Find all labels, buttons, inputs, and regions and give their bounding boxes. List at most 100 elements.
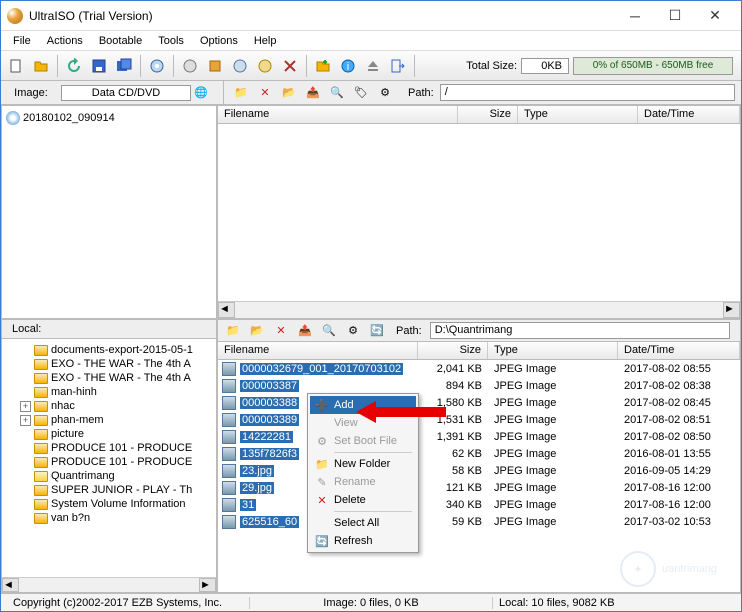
menu-file[interactable]: File bbox=[5, 33, 39, 49]
image-media-icon[interactable]: 🌐 bbox=[191, 86, 211, 99]
local-tree[interactable]: documents-export-2015-05-1EXO - THE WAR … bbox=[2, 339, 216, 577]
new-icon[interactable] bbox=[5, 55, 27, 77]
tree-item[interactable]: +phan-mem bbox=[6, 413, 212, 427]
view-icon[interactable]: 🔍 bbox=[318, 320, 340, 342]
file-row[interactable]: 0000032679_001_201707031022,041 KBJPEG I… bbox=[218, 360, 740, 377]
bot-path-label: Path: bbox=[390, 325, 428, 337]
tree-item[interactable]: System Volume Information bbox=[6, 497, 212, 511]
gear-icon[interactable]: ⚙ bbox=[342, 320, 364, 342]
bot-path-input[interactable]: D:\Quantrimang bbox=[430, 322, 730, 339]
tree-item[interactable]: +nhac bbox=[6, 399, 212, 413]
ctx-refresh[interactable]: 🔄Refresh bbox=[310, 532, 416, 550]
file-size: 1,391 KB bbox=[418, 431, 488, 443]
menu-options[interactable]: Options bbox=[192, 33, 246, 49]
reload-icon[interactable] bbox=[63, 55, 85, 77]
saveas-icon[interactable] bbox=[113, 55, 135, 77]
tree-item[interactable]: PRODUCE 101 - PRODUCE bbox=[6, 441, 212, 455]
watermark: ✦ uantrimang bbox=[620, 551, 717, 587]
col-type[interactable]: Type bbox=[488, 342, 618, 359]
ctx-newfolder[interactable]: 📁New Folder bbox=[310, 455, 416, 473]
file-name: 000003387 bbox=[240, 380, 299, 392]
label-icon[interactable]: 🏷 bbox=[350, 82, 372, 104]
image-file-list[interactable] bbox=[218, 124, 740, 301]
tree-item[interactable]: SUPER JUNIOR - PLAY - Th bbox=[6, 483, 212, 497]
addfiles-icon[interactable] bbox=[312, 55, 334, 77]
tree-item[interactable]: man-hinh bbox=[6, 385, 212, 399]
prop-icon[interactable]: 🔍 bbox=[326, 82, 348, 104]
file-date: 2017-03-02 10:53 bbox=[618, 516, 740, 528]
menu-bootable[interactable]: Bootable bbox=[91, 33, 150, 49]
tree-item[interactable]: documents-export-2015-05-1 bbox=[6, 343, 212, 357]
file-row[interactable]: 23.jpg58 KBJPEG Image2016-09-05 14:29 bbox=[218, 462, 740, 479]
up-icon[interactable]: 📁 bbox=[222, 320, 244, 342]
checksum-icon[interactable] bbox=[229, 55, 251, 77]
info-icon[interactable]: i bbox=[337, 55, 359, 77]
delete-icon[interactable]: ✕ bbox=[270, 320, 292, 342]
extract-icon[interactable]: 📤 bbox=[294, 320, 316, 342]
file-row[interactable]: 000003387894 KBJPEG Image2017-08-02 08:3… bbox=[218, 377, 740, 394]
top-path-input[interactable]: / bbox=[440, 84, 735, 101]
tree-item[interactable]: Quantrimang bbox=[6, 469, 212, 483]
compress-icon[interactable] bbox=[204, 55, 226, 77]
file-row[interactable]: 0000033881,580 KBJPEG Image2017-08-02 08… bbox=[218, 394, 740, 411]
hscroll[interactable]: ◄► bbox=[218, 301, 740, 318]
refresh-icon[interactable]: 🔄 bbox=[366, 320, 388, 342]
close-button[interactable]: ✕ bbox=[695, 2, 735, 30]
tree-item[interactable]: PRODUCE 101 - PRODUCE bbox=[6, 455, 212, 469]
folder-icon bbox=[34, 499, 48, 510]
newfolder-icon[interactable]: 📂 bbox=[246, 320, 268, 342]
file-row[interactable]: 29.jpg121 KBJPEG Image2017-08-16 12:00 bbox=[218, 479, 740, 496]
file-row[interactable]: 625516_6059 KBJPEG Image2017-03-02 10:53 bbox=[218, 513, 740, 530]
ctx-selectall[interactable]: Select All bbox=[310, 514, 416, 532]
image-type[interactable]: Data CD/DVD bbox=[61, 85, 191, 101]
hscroll[interactable]: ◄► bbox=[2, 577, 216, 592]
folder-icon: 📁 bbox=[314, 456, 330, 472]
col-filename[interactable]: Filename bbox=[218, 342, 418, 359]
mount-icon[interactable] bbox=[179, 55, 201, 77]
ctx-delete[interactable]: ✕Delete bbox=[310, 491, 416, 509]
file-date: 2017-08-02 08:51 bbox=[618, 414, 740, 426]
tree-item-label: SUPER JUNIOR - PLAY - Th bbox=[51, 484, 192, 496]
jpeg-icon bbox=[222, 447, 236, 461]
newfolder-icon[interactable]: 📁 bbox=[230, 82, 252, 104]
maximize-button[interactable]: ☐ bbox=[655, 2, 695, 30]
delete-icon[interactable]: ✕ bbox=[254, 82, 276, 104]
image-root-label: 20180102_090914 bbox=[23, 112, 115, 124]
minimize-button[interactable]: ─ bbox=[615, 2, 655, 30]
save-icon[interactable] bbox=[88, 55, 110, 77]
file-row[interactable]: 0000033891,531 KBJPEG Image2017-08-02 08… bbox=[218, 411, 740, 428]
exit-icon[interactable] bbox=[387, 55, 409, 77]
menu-help[interactable]: Help bbox=[246, 33, 285, 49]
col-date[interactable]: Date/Time bbox=[618, 342, 740, 359]
col-size[interactable]: Size bbox=[418, 342, 488, 359]
gear-icon[interactable]: ⚙ bbox=[374, 82, 396, 104]
tree-item[interactable]: van b?n bbox=[6, 511, 212, 525]
annotation-arrow bbox=[356, 399, 446, 425]
burn-icon[interactable] bbox=[146, 55, 168, 77]
eject-icon[interactable] bbox=[362, 55, 384, 77]
file-row[interactable]: 142222811,391 KBJPEG Image2017-08-02 08:… bbox=[218, 428, 740, 445]
open-icon[interactable] bbox=[30, 55, 52, 77]
tree-item[interactable]: picture bbox=[6, 427, 212, 441]
file-row[interactable]: 31340 KBJPEG Image2017-08-16 12:00 bbox=[218, 496, 740, 513]
col-type[interactable]: Type bbox=[518, 106, 638, 123]
tree-item[interactable]: EXO - THE WAR - The 4th A bbox=[6, 357, 212, 371]
col-size[interactable]: Size bbox=[458, 106, 518, 123]
menu-tools[interactable]: Tools bbox=[150, 33, 192, 49]
file-type: JPEG Image bbox=[488, 499, 618, 511]
file-type: JPEG Image bbox=[488, 397, 618, 409]
menubar: File Actions Bootable Tools Options Help bbox=[1, 31, 741, 51]
file-row[interactable]: 135f7826f362 KBJPEG Image2016-08-01 13:5… bbox=[218, 445, 740, 462]
tools-icon[interactable] bbox=[279, 55, 301, 77]
extract-icon[interactable]: 📤 bbox=[302, 82, 324, 104]
status-copyright: Copyright (c)2002-2017 EZB Systems, Inc. bbox=[7, 597, 250, 609]
tree-item[interactable]: EXO - THE WAR - The 4th A bbox=[6, 371, 212, 385]
image-root-node[interactable]: 20180102_090914 bbox=[6, 110, 212, 126]
add-icon[interactable]: 📂 bbox=[278, 82, 300, 104]
convert-icon[interactable] bbox=[254, 55, 276, 77]
col-filename[interactable]: Filename bbox=[218, 106, 458, 123]
menu-actions[interactable]: Actions bbox=[39, 33, 91, 49]
file-size: 121 KB bbox=[418, 482, 488, 494]
col-date[interactable]: Date/Time bbox=[638, 106, 740, 123]
capacity-bar: 0% of 650MB - 650MB free bbox=[573, 57, 733, 75]
